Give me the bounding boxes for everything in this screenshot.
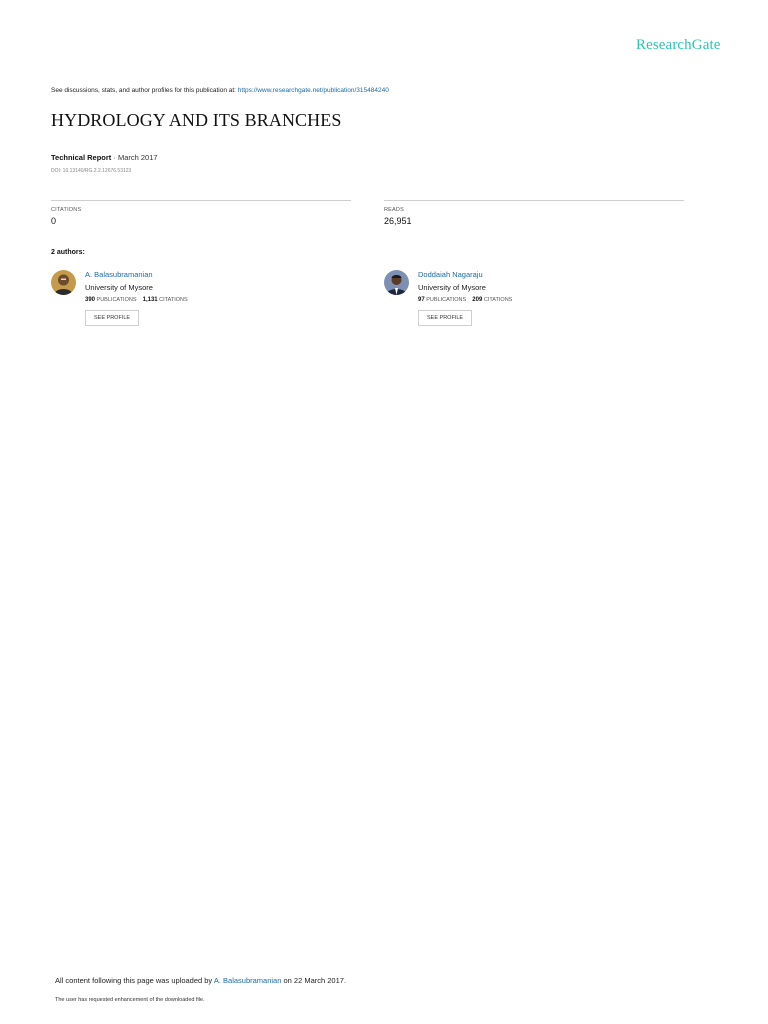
author-name-link[interactable]: Doddaiah Nagaraju xyxy=(418,270,512,279)
author-publications-label: PUBLICATIONS xyxy=(426,297,467,303)
discussion-prefix: See discussions, stats, and author profi… xyxy=(51,87,238,94)
enhancement-note: The user has requested enhancement of th… xyxy=(55,997,205,1003)
avatar-photo-icon xyxy=(384,270,409,295)
avatar[interactable] xyxy=(51,270,76,295)
authors-heading: 2 authors: xyxy=(51,249,85,256)
avatar-photo-icon xyxy=(51,270,76,295)
author-publications-label: PUBLICATIONS xyxy=(96,297,137,303)
publication-type: Technical Report xyxy=(51,153,112,162)
upload-suffix: on 22 March 2017. xyxy=(281,976,347,985)
upload-prefix: All content following this page was uplo… xyxy=(55,976,214,985)
author-institution: University of Mysore xyxy=(418,283,486,292)
author-publications-count: 97 xyxy=(418,297,425,303)
citations-label: CITATIONS xyxy=(51,207,82,213)
avatar[interactable] xyxy=(384,270,409,295)
author-citations-count: 209 xyxy=(472,297,483,303)
meta-separator: · xyxy=(111,153,118,162)
reads-stat: READS 26,951 xyxy=(384,200,684,226)
researchgate-logo: ResearchGate xyxy=(636,37,721,53)
see-profile-button[interactable]: SEE PROFILE xyxy=(418,310,473,326)
publication-title: HYDROLOGY AND ITS BRANCHES xyxy=(51,110,342,130)
discussion-line: See discussions, stats, and author profi… xyxy=(51,87,389,94)
reads-value: 26,951 xyxy=(384,216,412,226)
author-stats: 390 PUBLICATIONS 1,131 CITATIONS xyxy=(85,297,188,303)
citations-stat: CITATIONS 0 xyxy=(51,200,351,226)
author-citations-label: CITATIONS xyxy=(159,297,188,303)
uploader-link[interactable]: A. Balasubramanian xyxy=(214,976,282,985)
author-citations-count: 1,131 xyxy=(142,297,158,303)
author-info: Doddaiah Nagaraju University of Mysore 9… xyxy=(418,270,512,326)
upload-notice: All content following this page was uplo… xyxy=(55,976,346,985)
author-info: A. Balasubramanian University of Mysore … xyxy=(85,270,188,326)
publication-link[interactable]: https://www.researchgate.net/publication… xyxy=(238,87,389,94)
publication-date: March 2017 xyxy=(117,153,158,162)
see-profile-button[interactable]: SEE PROFILE xyxy=(85,310,140,326)
doi: DOI: 10.13140/RG.2.2.12676.53123 xyxy=(51,168,132,174)
citations-value: 0 xyxy=(51,216,57,226)
author-name-link[interactable]: A. Balasubramanian xyxy=(85,270,188,279)
reads-label: READS xyxy=(384,207,404,213)
author-publications-count: 390 xyxy=(85,297,96,303)
author-citations-label: CITATIONS xyxy=(483,297,513,303)
author-stats: 97 PUBLICATIONS 209 CITATIONS xyxy=(418,297,512,303)
publication-meta: Technical Report · March 2017 xyxy=(51,153,158,162)
author-institution: University of Mysore xyxy=(85,283,153,292)
